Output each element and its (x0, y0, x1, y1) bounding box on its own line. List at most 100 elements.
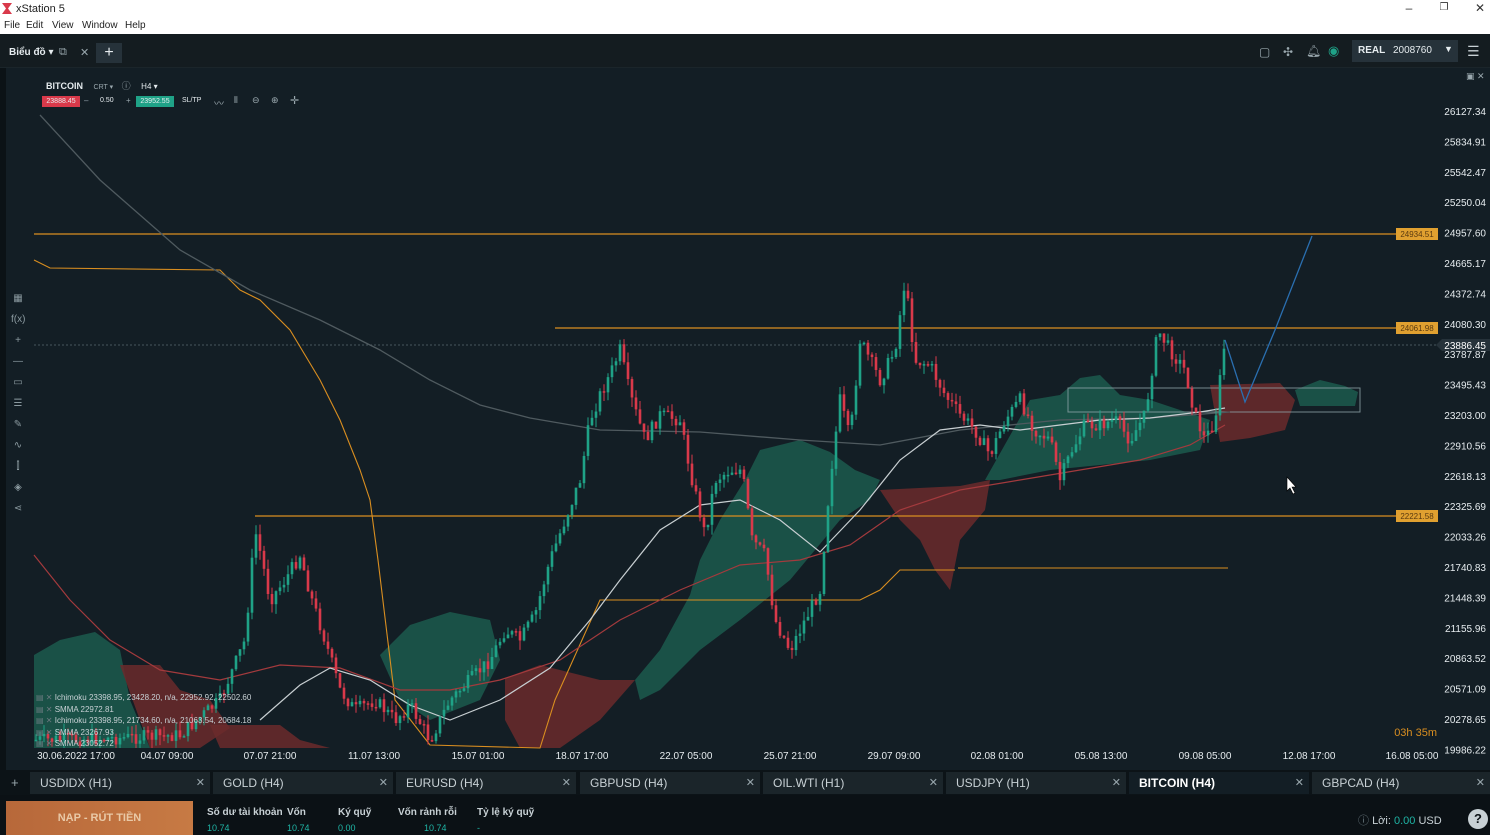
equity-value: 10.74 (287, 823, 310, 833)
close-tab-icon[interactable]: ✕ (1295, 776, 1304, 789)
function-icon[interactable]: f(x) (11, 309, 25, 330)
account-selector[interactable]: REAL 2008760 ▼ (1352, 40, 1458, 62)
help-button[interactable]: ? (1468, 809, 1488, 829)
indicator-item[interactable]: ▤ ✕ Ichimoku 23398.95, 23428.20, n/a, 22… (36, 692, 251, 704)
close-tab-icon[interactable]: ✕ (929, 776, 938, 789)
chart-tool-icon[interactable]: ▦ (11, 288, 25, 309)
buy-button[interactable]: 23952.55 (136, 96, 174, 107)
deposit-withdraw-button[interactable]: NẠP - RÚT TIỀN (6, 801, 193, 835)
account-type: REAL (1358, 45, 1386, 56)
bell-icon[interactable]: 🔔︎ (1306, 44, 1321, 58)
volume-input[interactable]: 0.50 (100, 97, 114, 104)
tab-bitcoin[interactable]: BITCOIN (H4) ✕ (1129, 772, 1309, 794)
tab-oilwti[interactable]: OIL.WTI (H1) ✕ (763, 772, 943, 794)
candle-body (558, 533, 562, 544)
plus-tool-icon[interactable]: + (11, 330, 25, 351)
tab-usdidx[interactable]: USDIDX (H1) ✕ (30, 772, 210, 794)
signal-icon[interactable]: ✣ (1283, 45, 1293, 59)
close-workspace-icon[interactable]: ✕ (80, 46, 89, 59)
layers-tool-icon[interactable]: ◈ (11, 477, 25, 498)
indicator-item[interactable]: ▤ ✕ SMMA 22972.81 (36, 704, 251, 716)
candle-body (1110, 419, 1114, 422)
volume-increase-button[interactable]: + (126, 96, 131, 105)
bars-tool-icon[interactable]: ⫿ (11, 456, 25, 477)
balance-value: 10.74 (207, 823, 230, 833)
candle-body (1162, 333, 1166, 343)
menu-edit[interactable]: Edit (26, 20, 43, 31)
tab-gold[interactable]: GOLD (H4) ✕ (213, 772, 393, 794)
sltp-button[interactable]: SL/TP (182, 97, 201, 104)
level-tag-2[interactable]: 24061.98 (1396, 322, 1438, 334)
hamburger-menu-icon[interactable]: ☰ (1467, 43, 1480, 60)
zoom-in-icon[interactable]: ⊕ (271, 95, 279, 106)
indicator-icon[interactable]: ⫴ (234, 95, 238, 106)
time-tick-label: 04.07 09:00 (141, 751, 194, 762)
fib-tool-icon[interactable]: ☰ (11, 393, 25, 414)
candle-body (1190, 388, 1194, 408)
price-chart[interactable]: 26127.34 25834.91 25542.47 25250.04 24957.60… (6, 68, 1490, 770)
candle-body (1210, 430, 1214, 433)
add-tab-icon[interactable]: + (11, 775, 19, 790)
level-tag-3[interactable]: 22221.58 (1396, 510, 1438, 522)
line-tool-icon[interactable]: 〰 (214, 95, 224, 110)
timeframe-selector[interactable]: H4 ▾ (141, 82, 157, 91)
tab-eurusd[interactable]: EURUSD (H4) ✕ (396, 772, 576, 794)
candle-body (410, 703, 414, 705)
volume-decrease-button[interactable]: – (84, 96, 88, 105)
hline-tool-icon[interactable]: — (11, 351, 25, 372)
chart-header: BITCOIN CRT ▾ ⓘ H4 ▾ (46, 79, 158, 92)
indicator-item[interactable]: ▤ ✕ Ichimoku 23398.95, 21734.60, n/a, 21… (36, 715, 251, 727)
workspace-selector[interactable]: Biểu đồ ▾ (9, 47, 53, 58)
chart-area[interactable]: 26127.34 25834.91 25542.47 25250.04 24957.60… (6, 68, 1490, 770)
wave-tool-icon[interactable]: ∿ (11, 435, 25, 456)
popout-icon[interactable]: ⧉ (59, 46, 67, 59)
symbol-label[interactable]: BITCOIN (46, 81, 83, 91)
candle-body (1070, 452, 1074, 457)
chart-type-selector[interactable]: CRT ▾ (94, 84, 114, 91)
profit-display: ⓘ Lời: 0.00 USD (1358, 812, 1442, 828)
level-tag-1[interactable]: 24934.51 (1396, 228, 1438, 240)
account-status-bar: NẠP - RÚT TIỀN Số dư tài khoản 10.74 Vốn… (0, 795, 1490, 835)
close-window-icon[interactable]: ✕ (1473, 1, 1487, 15)
close-tab-icon[interactable]: ✕ (196, 776, 205, 789)
share-tool-icon[interactable]: ⋖ (11, 498, 25, 519)
indicator-item[interactable]: ▤ ✕ SMMA 23267.93 (36, 727, 251, 739)
candle-body (790, 647, 794, 651)
zoom-out-icon[interactable]: ⊖ (252, 95, 260, 106)
candle-body (694, 485, 698, 492)
close-tab-icon[interactable]: ✕ (746, 776, 755, 789)
layout-icon[interactable]: ▢ (1259, 45, 1270, 59)
add-workspace-button[interactable]: + (96, 43, 122, 63)
candle-body (782, 635, 786, 638)
forecast-line[interactable] (1224, 235, 1313, 404)
tab-usdjpy[interactable]: USDJPY (H1) ✕ (946, 772, 1126, 794)
menu-window[interactable]: Window (82, 20, 118, 31)
candle-body (490, 656, 494, 669)
time-tick-label: 30.06.2022 17:00 (37, 751, 115, 762)
menu-view[interactable]: View (52, 20, 74, 31)
close-tab-icon[interactable]: ✕ (1112, 776, 1121, 789)
menu-file[interactable]: File (4, 20, 20, 31)
workspace-label: Biểu đồ (9, 47, 46, 58)
close-tab-icon[interactable]: ✕ (1476, 776, 1485, 789)
maximize-icon[interactable]: ❐ (1437, 2, 1451, 13)
candle-body (778, 622, 782, 636)
sell-button[interactable]: 23888.45 (42, 96, 80, 107)
info-icon[interactable]: ⓘ (122, 81, 131, 91)
candle-body (1138, 422, 1142, 431)
candle-body (550, 551, 554, 567)
menu-help[interactable]: Help (125, 20, 146, 31)
candle-body (994, 438, 998, 454)
indicator-item[interactable]: ▤ ✕ SMMA 23052.72 (36, 738, 251, 750)
candle-body (754, 535, 758, 543)
minimize-icon[interactable]: – (1402, 1, 1416, 15)
candle-body (690, 463, 694, 486)
close-tab-icon[interactable]: ✕ (379, 776, 388, 789)
close-tab-icon[interactable]: ✕ (562, 776, 571, 789)
crosshair-icon[interactable]: ✛ (290, 94, 299, 107)
tab-gbpusd[interactable]: GBPUSD (H4) ✕ (580, 772, 760, 794)
pen-tool-icon[interactable]: ✎ (11, 414, 25, 435)
tab-gbpcad[interactable]: GBPCAD (H4) ✕ (1312, 772, 1490, 794)
rect-tool-icon[interactable]: ▭ (11, 372, 25, 393)
chart-maximize-icon[interactable]: ▣ ✕ (1466, 71, 1485, 82)
